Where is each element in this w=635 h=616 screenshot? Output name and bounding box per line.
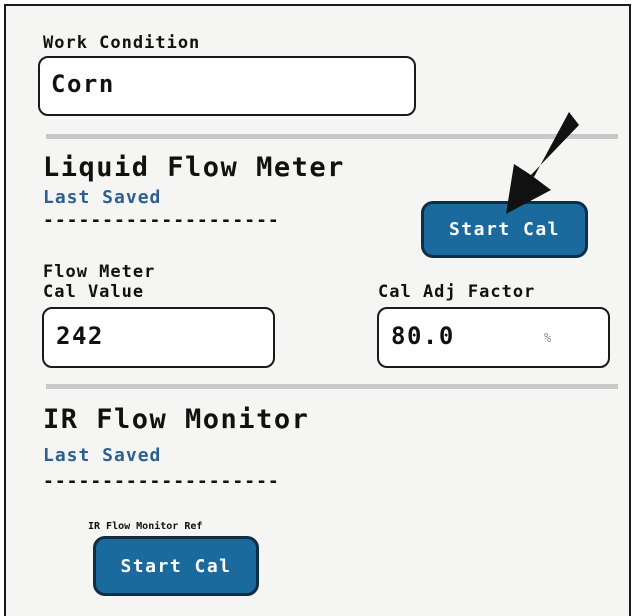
ir-last-saved-value: --------------------: [43, 471, 280, 492]
liquid-last-saved-value: --------------------: [43, 210, 280, 231]
work-condition-label: Work Condition: [43, 33, 201, 53]
cal-value-value: 242: [56, 322, 104, 350]
cal-value-label-line1: Flow Meter: [43, 262, 156, 282]
cal-adj-factor-label: Cal Adj Factor: [378, 282, 536, 302]
ir-last-saved-label: Last Saved: [43, 445, 162, 466]
cal-value-field[interactable]: 242: [42, 307, 275, 368]
cal-adj-factor-value: 80.0: [391, 322, 455, 350]
liquid-last-saved-label: Last Saved: [43, 187, 162, 208]
section-divider: [46, 384, 618, 389]
cal-value-label-line2: Cal Value: [43, 282, 145, 302]
liquid-flow-meter-title: Liquid Flow Meter: [43, 152, 345, 183]
ir-flow-monitor-ref-label: IR Flow Monitor Ref: [88, 521, 203, 532]
work-condition-value: Corn: [51, 70, 115, 98]
ir-start-cal-button[interactable]: Start Cal: [93, 536, 259, 596]
ir-flow-monitor-title: IR Flow Monitor: [43, 404, 310, 435]
arrow-pointer-icon: [506, 112, 579, 214]
work-condition-field[interactable]: Corn: [38, 56, 416, 116]
cal-adj-factor-field[interactable]: 80.0 %: [377, 307, 610, 368]
percent-unit: %: [544, 331, 552, 345]
calibration-panel: Work Condition Corn Liquid Flow Meter La…: [4, 4, 631, 616]
